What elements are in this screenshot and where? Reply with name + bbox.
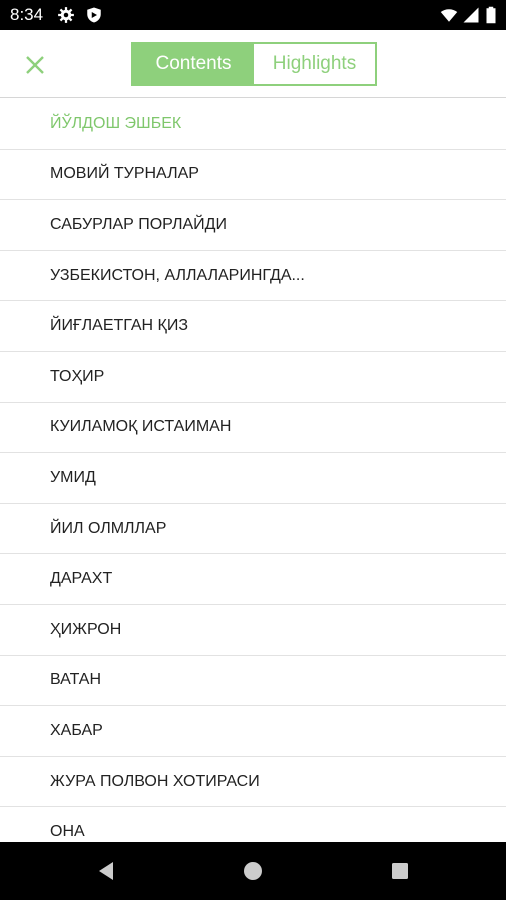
list-item[interactable]: МОВИЙ ТУРНАЛАР: [0, 150, 506, 201]
list-item[interactable]: ТОҲИР: [0, 352, 506, 403]
list-item[interactable]: ЙЎЛДОШ ЭШБЕК: [0, 99, 506, 150]
status-bar: 8:34: [0, 0, 506, 30]
list-item[interactable]: ҲИЖРОН: [0, 605, 506, 656]
status-time: 8:34: [10, 5, 44, 24]
gear-icon: [58, 7, 74, 23]
wifi-icon: [440, 9, 458, 22]
tab-highlights[interactable]: Highlights: [254, 44, 375, 84]
list-item[interactable]: УМИД: [0, 453, 506, 504]
list-item[interactable]: ЙИҒЛАЕТГАН ҚИЗ: [0, 301, 506, 352]
back-icon[interactable]: [93, 858, 119, 884]
recents-icon[interactable]: [387, 858, 413, 884]
tab-contents[interactable]: Contents: [133, 44, 254, 84]
battery-icon: [486, 6, 496, 24]
list-item[interactable]: ДАРАХТ: [0, 554, 506, 605]
list-item[interactable]: ОНА: [0, 807, 506, 842]
top-bar: Contents Highlights: [0, 30, 506, 98]
navigation-bar: [0, 842, 506, 900]
signal-icon: [463, 7, 479, 23]
list-item[interactable]: УЗБЕКИСТОН, АЛЛАЛАРИНГДА...: [0, 251, 506, 302]
list-item[interactable]: ВАТАН: [0, 656, 506, 707]
contents-list: ЙЎЛДОШ ЭШБЕК МОВИЙ ТУРНАЛАР САБУРЛАР ПОР…: [0, 99, 506, 842]
list-item[interactable]: ХАБАР: [0, 706, 506, 757]
segmented-control: Contents Highlights: [131, 42, 377, 86]
home-icon[interactable]: [240, 858, 266, 884]
close-icon[interactable]: [20, 50, 50, 80]
list-item[interactable]: ЖУРА ПОЛВОН ХОТИРАСИ: [0, 757, 506, 808]
list-item[interactable]: ЙИЛ ОЛМЛЛАР: [0, 504, 506, 555]
list-item[interactable]: КУИЛАМОҚ ИСТАИМАН: [0, 403, 506, 454]
shield-icon: [87, 7, 101, 23]
list-item[interactable]: САБУРЛАР ПОРЛАЙДИ: [0, 200, 506, 251]
